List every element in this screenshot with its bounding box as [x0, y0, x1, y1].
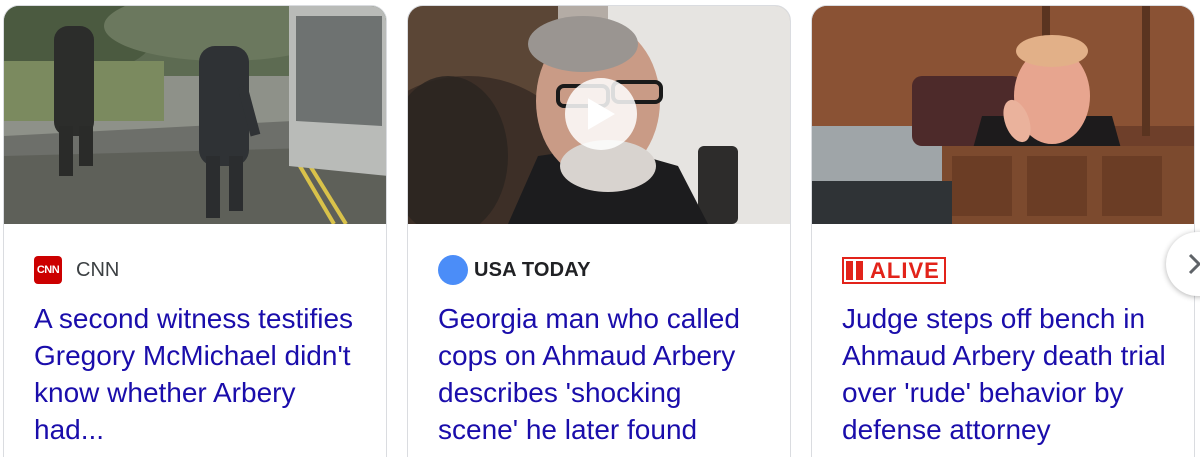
play-button[interactable]	[565, 78, 637, 150]
thumbnail-image	[812, 6, 1194, 224]
cnn-logo-icon: CNN	[34, 256, 62, 284]
news-carousel: CNN CNN A second witness testifies Grego…	[0, 0, 1200, 457]
usa-today-logo-icon	[438, 255, 468, 285]
chevron-right-icon	[1188, 253, 1200, 275]
play-icon	[588, 98, 615, 130]
news-thumbnail[interactable]	[812, 6, 1194, 224]
source-name: USA TODAY	[474, 258, 591, 281]
thumbnail-image	[4, 6, 386, 224]
news-headline[interactable]: Judge steps off bench in Ahmaud Arbery d…	[842, 300, 1170, 448]
source-name: ALIVE	[870, 257, 940, 283]
news-source: USA TODAY	[438, 255, 591, 285]
news-card-alive[interactable]: ALIVE Judge steps off bench in Ahmaud Ar…	[811, 5, 1195, 457]
news-thumbnail[interactable]	[408, 6, 790, 224]
news-source: CNN CNN	[34, 256, 119, 284]
news-headline[interactable]: Georgia man who called cops on Ahmaud Ar…	[438, 300, 766, 448]
alive-logo-icon: ALIVE	[842, 256, 946, 284]
news-headline[interactable]: A second witness testifies Gregory McMic…	[34, 300, 362, 448]
news-card-usa-today[interactable]: USA TODAY Georgia man who called cops on…	[407, 5, 791, 457]
source-name: CNN	[76, 258, 120, 281]
news-card-cnn[interactable]: CNN CNN A second witness testifies Grego…	[3, 5, 387, 457]
news-source: ALIVE	[842, 256, 946, 284]
news-thumbnail[interactable]	[4, 6, 386, 224]
